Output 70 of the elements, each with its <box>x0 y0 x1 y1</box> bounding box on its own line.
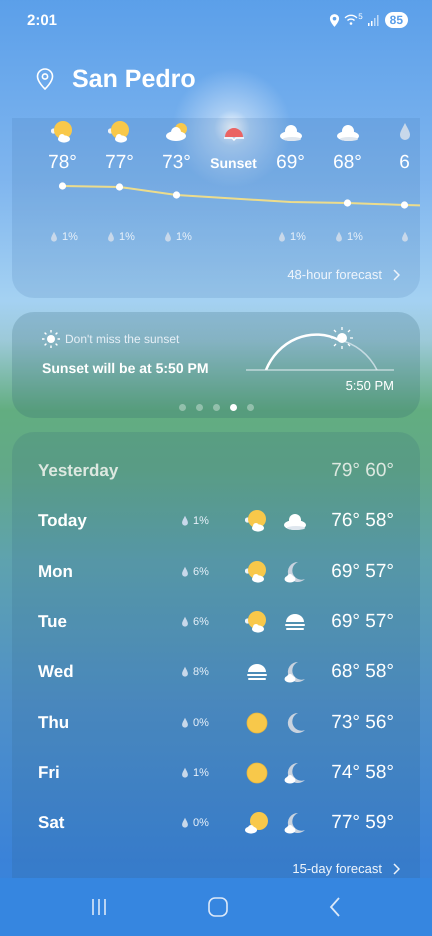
day-name: Mon <box>38 562 74 582</box>
moon-cloud-icon <box>283 811 307 836</box>
day-name: Tue <box>38 612 68 632</box>
location-icon <box>329 14 340 26</box>
home-icon[interactable] <box>207 896 229 918</box>
page-indicator-dot[interactable] <box>178 404 186 411</box>
recent-apps-icon[interactable] <box>89 897 109 917</box>
signal-icon <box>366 14 379 26</box>
sun-cloud-icon <box>245 560 269 584</box>
page-indicator-dot[interactable] <box>246 404 254 411</box>
temperature-range: 69° 57° <box>331 611 394 634</box>
hour-temperature: 73° <box>162 152 191 175</box>
sun-cloud-icon <box>245 509 269 534</box>
precipitation-chance: 1% <box>119 231 135 243</box>
temperature-range: 77° 59° <box>331 812 394 834</box>
precipitation-chance: 1% <box>347 231 363 243</box>
moon-cloud-icon <box>283 560 307 584</box>
sunset-message: Sunset will be at 5:50 PM <box>42 360 208 376</box>
temperature-range: 73° 56° <box>331 712 394 734</box>
day-name: Thu <box>38 712 70 733</box>
precipitation-chance: 6% <box>193 566 209 578</box>
day-name: Today <box>38 511 88 532</box>
page-indicator-dot[interactable] <box>230 404 236 411</box>
wifi-label: 5 <box>358 12 363 20</box>
temperature-range: 79° 60° <box>331 460 394 482</box>
cloud-sun-icon <box>164 120 188 144</box>
hour-event-label: Sunset <box>210 155 257 173</box>
precipitation-chance: 1% <box>176 231 192 243</box>
location-name: San Pedro <box>72 64 196 94</box>
sun-icon <box>245 710 269 735</box>
day-name: Sat <box>38 813 66 834</box>
hour-temperature: 6 <box>399 152 410 175</box>
status-time: 2:01 <box>27 12 58 28</box>
precipitation-chance: 1% <box>193 766 209 779</box>
temperature-range: 74° 58° <box>331 762 394 784</box>
temperature-range: 76° 58° <box>331 510 394 532</box>
day-name: Fri <box>38 762 61 783</box>
page-indicator-dot[interactable] <box>196 404 202 411</box>
moon-cloud-icon <box>283 660 307 684</box>
sun-cloud-icon <box>108 120 132 144</box>
wifi-icon <box>344 14 358 26</box>
sun-cloud-icon <box>245 811 269 836</box>
sunset-time: 5:50 PM <box>346 378 394 393</box>
forecast-link[interactable]: 15-day forecast <box>292 861 400 876</box>
hour-temperature: 78° <box>48 152 77 175</box>
moon-cloud-icon <box>283 760 307 785</box>
precipitation-chance: 1% <box>193 515 209 528</box>
hour-temperature: 69° <box>276 152 305 175</box>
page-indicator-dot[interactable] <box>212 404 220 411</box>
hour-temperature: 77° <box>105 152 134 175</box>
sunset-title: Don't miss the sunset <box>65 332 180 346</box>
temperature-range: 69° 57° <box>331 560 394 583</box>
sun-icon <box>42 330 60 348</box>
temperature-range: 68° 58° <box>331 661 394 684</box>
chevron-icon <box>392 268 400 280</box>
chevron-icon <box>392 862 400 874</box>
hour-temperature: 68° <box>333 152 362 175</box>
precipitation-chance: 1% <box>62 231 78 243</box>
location-pin-icon[interactable] <box>36 68 54 90</box>
precipitation-chance: 6% <box>193 616 209 628</box>
day-name: Wed <box>38 662 75 682</box>
sun-cloud-icon <box>50 120 74 144</box>
precipitation-chance: 0% <box>193 716 209 729</box>
day-name: Yesterday <box>38 461 120 482</box>
sun-icon <box>245 760 269 785</box>
sun-cloud-icon <box>245 610 269 634</box>
precipitation-chance: 1% <box>290 231 306 243</box>
precipitation-chance: 8% <box>193 666 209 678</box>
precipitation-chance: 0% <box>193 817 209 830</box>
battery-indicator: 85 <box>384 12 408 28</box>
